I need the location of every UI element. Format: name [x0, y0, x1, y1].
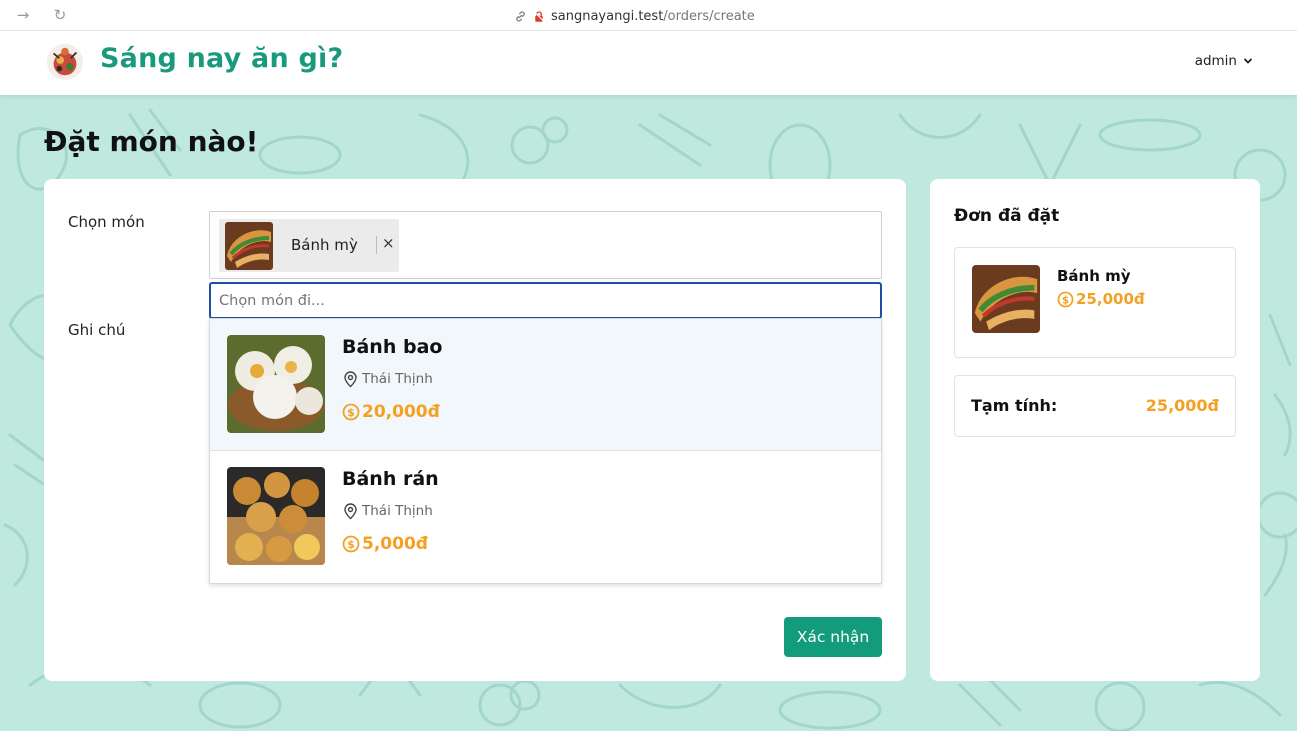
confirm-button[interactable]: Xác nhận: [784, 617, 882, 657]
dish-option-location-text: Thái Thịnh: [362, 503, 433, 519]
selected-dish-name: Bánh mỳ: [291, 236, 358, 254]
dish-option-location-text: Thái Thịnh: [362, 371, 433, 387]
location-pin-icon: [344, 503, 357, 520]
dish-option-price-text: 20,000đ: [362, 402, 440, 422]
dish-option-location: Thái Thịnh: [342, 370, 433, 388]
svg-text:$: $: [347, 406, 355, 419]
subtotal-row: Tạm tính: 25,000đ: [954, 375, 1236, 437]
dish-option-name: Bánh rán: [342, 468, 439, 490]
ordered-item-price: $ 25,000đ: [1057, 290, 1145, 308]
user-name: admin: [1194, 53, 1237, 69]
dish-option-price-text: 5,000đ: [362, 534, 428, 554]
link-icon: [516, 10, 525, 22]
dish-option-banh-ran[interactable]: Bánh rán Thái Thịnh $ 5,000đ: [210, 451, 881, 583]
dish-option-price: $ 5,000đ: [342, 534, 428, 554]
coin-icon: $: [1057, 291, 1074, 307]
reload-icon[interactable]: ↻: [51, 6, 69, 24]
user-menu[interactable]: admin: [1195, 53, 1253, 69]
browser-toolbar: → ↻ sangnayangi.test/orders/create: [0, 0, 1297, 31]
note-label: Ghi chú: [68, 321, 126, 339]
page-title: Đặt món nào!: [44, 125, 259, 158]
dish-option-location: Thái Thịnh: [342, 502, 433, 520]
subtotal-value: 25,000đ: [1145, 396, 1219, 415]
ordered-item: Bánh mỳ $ 25,000đ: [954, 247, 1236, 358]
url-host: sangnayangi.test: [551, 8, 664, 24]
location-pin-icon: [344, 371, 357, 388]
ordered-item-price-text: 25,000đ: [1076, 290, 1145, 308]
dish-option-name: Bánh bao: [342, 336, 443, 358]
remove-dish-button[interactable]: ×: [382, 234, 395, 252]
chip-divider: [376, 236, 377, 254]
dish-search-input[interactable]: [209, 282, 882, 319]
banh-bao-image: [227, 335, 325, 433]
address-bar[interactable]: sangnayangi.test/orders/create: [514, 7, 755, 25]
ordered-item-name: Bánh mỳ: [1057, 267, 1131, 285]
logo[interactable]: [46, 43, 84, 81]
insecure-lock-icon: [534, 10, 544, 22]
order-form-card: Chọn món Ghi chú Bánh mỳ × Chọn món đi..…: [44, 179, 906, 681]
brand-title[interactable]: Sáng nay ăn gì?: [100, 43, 343, 74]
url-path: /orders/create: [663, 8, 755, 24]
coin-icon: $: [342, 403, 360, 421]
chevron-down-icon: [1243, 58, 1253, 64]
order-summary-card: Đơn đã đặt Bánh mỳ $ 25,000đ Tạm tính: 2…: [930, 179, 1260, 681]
dish-option-price: $ 20,000đ: [342, 402, 440, 422]
banh-my-image: [225, 222, 273, 270]
subtotal-label: Tạm tính:: [971, 396, 1058, 415]
banh-ran-image: [227, 467, 325, 565]
dish-option-banh-bao[interactable]: Bánh bao Thái Thịnh $ 20,000đ: [210, 319, 881, 451]
selected-dish-chip: Bánh mỳ ×: [219, 219, 399, 272]
dish-dropdown: Bánh bao Thái Thịnh $ 20,000đ Bánh rán T…: [209, 318, 882, 584]
svg-text:$: $: [1062, 294, 1069, 306]
choose-dish-label: Chọn món: [68, 213, 145, 231]
banh-my-image: [972, 265, 1040, 333]
coin-icon: $: [342, 535, 360, 553]
order-summary-title: Đơn đã đặt: [954, 206, 1060, 226]
app-header: Sáng nay ăn gì? admin: [0, 31, 1297, 95]
forward-arrow-icon[interactable]: →: [14, 6, 32, 24]
dish-multiselect[interactable]: Bánh mỳ ×: [209, 211, 882, 279]
svg-text:$: $: [347, 538, 355, 551]
